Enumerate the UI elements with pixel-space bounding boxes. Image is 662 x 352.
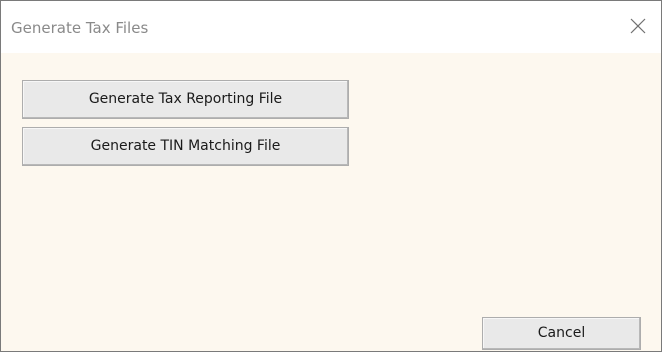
close-icon: [623, 11, 653, 41]
title-bar: Generate Tax Files: [1, 1, 661, 53]
generate-tax-reporting-file-button[interactable]: Generate Tax Reporting File: [22, 80, 349, 119]
generate-tax-files-dialog: Generate Tax Files Generate Tax Reportin…: [0, 0, 662, 352]
window-title: Generate Tax Files: [11, 19, 149, 37]
cancel-button[interactable]: Cancel: [482, 317, 641, 350]
dialog-body: Generate Tax Reporting File Generate TIN…: [1, 53, 661, 351]
close-button[interactable]: [623, 11, 653, 41]
generate-tin-matching-file-button[interactable]: Generate TIN Matching File: [22, 127, 349, 166]
